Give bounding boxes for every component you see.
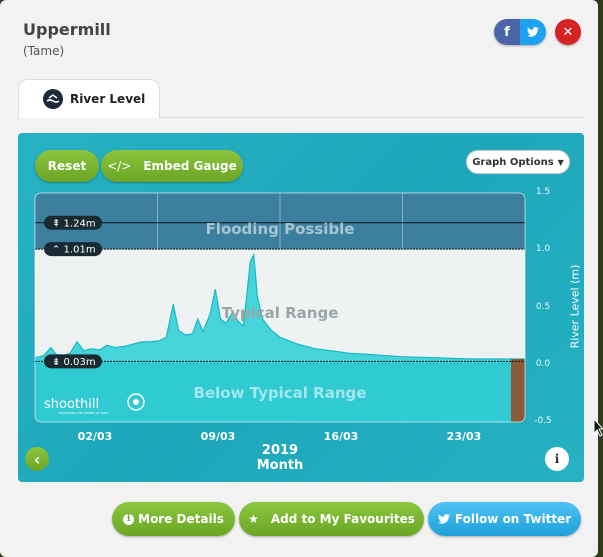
y-tick-label: 1.0: [535, 244, 551, 254]
band-label: Typical Range: [222, 304, 339, 322]
y-axis-label: River Level (m): [568, 264, 582, 349]
info-button[interactable]: i: [545, 447, 569, 471]
threshold-label: ⇞ 1.24m: [52, 218, 96, 229]
twitter-label: Follow on Twitter: [454, 512, 572, 526]
y-tick-label: 0.0: [535, 359, 551, 369]
x-tick-label: 23/03: [446, 430, 482, 443]
plot-area: ⇞ 1.24m ⌃ 1.01m ⇟ 0.03m Flooding Possible Ty…: [35, 193, 525, 422]
band-label: Flooding Possible: [206, 220, 355, 238]
unit-label: Month: [256, 458, 304, 473]
y-tick-label: 0.5: [535, 302, 551, 312]
info-icon: i: [554, 452, 560, 466]
year-label: 2019: [261, 443, 299, 458]
target-icon-dot: [133, 399, 139, 405]
x-tick-label: 02/03: [77, 430, 113, 443]
x-axis-label: 2019 Month: [240, 443, 320, 473]
threshold-label: ⌃ 1.01m: [52, 245, 96, 256]
info-circle-icon: i: [123, 513, 135, 525]
river-level-chart: ⇞ 1.24m ⌃ 1.01m ⇟ 0.03m Flooding Possible Ty…: [34, 192, 526, 423]
shoothill-tagline: UNLOCKING THE POWER OF DATA: [58, 411, 110, 415]
x-tick-label: 16/03: [323, 430, 359, 443]
follow-twitter-button[interactable]: Follow on Twitter: [428, 502, 581, 536]
threshold-label: ⇟ 0.03m: [52, 357, 96, 368]
y-tick-label: 1.5: [535, 187, 551, 197]
favourites-label: Add to My Favourites: [270, 512, 415, 526]
chevron-left-icon: ‹: [33, 449, 41, 469]
forecast-marker: [511, 359, 525, 422]
add-favourites-button[interactable]: ★ Add to My Favourites: [239, 502, 424, 536]
previous-button[interactable]: ‹: [25, 447, 49, 471]
more-details-button[interactable]: i More Details: [112, 502, 235, 536]
band-label: Below Typical Range: [194, 384, 367, 402]
twitter-icon: [437, 514, 450, 524]
shoothill-logo: shoothill: [44, 397, 99, 412]
mouse-cursor-icon: [593, 418, 603, 437]
star-icon: ★: [248, 512, 259, 526]
y-tick-label: -0.5: [534, 416, 552, 426]
x-tick-label: 09/03: [200, 430, 236, 443]
more-details-label: More Details: [138, 512, 224, 526]
